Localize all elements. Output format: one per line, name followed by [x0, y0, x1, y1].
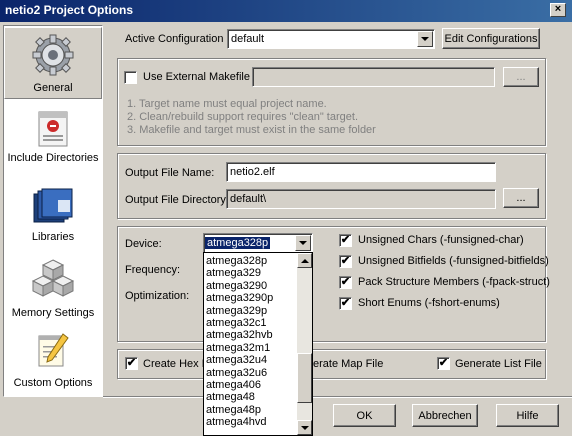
makefile-note: 3. Makefile and target must exist in the…: [127, 124, 376, 136]
sidebar-item-label: Include Directories: [7, 152, 99, 164]
generate-map-label: erate Map File: [313, 358, 384, 370]
dropdown-option[interactable]: atmega32u4: [206, 355, 267, 366]
output-file-name-label: Output File Name:: [125, 167, 215, 179]
generate-list-checkbox[interactable]: ✔: [437, 357, 450, 370]
title-bar[interactable]: netio2 Project Options ×: [0, 0, 572, 22]
sidebar-item-libraries[interactable]: Libraries: [4, 186, 102, 248]
dropdown-option[interactable]: atmega32c1: [206, 318, 267, 329]
output-file-name-value: netio2.elf: [230, 166, 275, 178]
sidebar-item-label: Custom Options: [13, 377, 93, 389]
sidebar-item-custom-options[interactable]: Custom Options: [4, 330, 102, 394]
window-title: netio2 Project Options: [5, 3, 134, 17]
active-configuration-value: default: [231, 33, 265, 45]
dropdown-option[interactable]: atmega48p: [206, 404, 261, 416]
sidebar-item-memory-settings[interactable]: Memory Settings: [4, 256, 102, 322]
short-enums-checkbox[interactable]: ✔: [339, 297, 352, 310]
dropdown-scrollbar[interactable]: [297, 253, 312, 435]
checkmark-icon: ✔: [340, 255, 351, 267]
frequency-label: Frequency:: [125, 264, 181, 276]
unsigned-bitfields-checkbox[interactable]: ✔: [339, 255, 352, 268]
use-external-makefile-label: Use External Makefile: [143, 71, 250, 83]
dropdown-option[interactable]: atmega32u6: [206, 367, 267, 379]
dropdown-option[interactable]: atmega3290p: [206, 293, 273, 304]
device-dropdown-list[interactable]: atmega328p atmega329 atmega3290 atmega3290p…: [203, 252, 313, 436]
dropdown-option[interactable]: atmega32hvb: [206, 330, 273, 341]
makefile-note: 1. Target name must equal project name.: [127, 98, 327, 110]
ok-button[interactable]: OK: [333, 404, 396, 427]
makefile-browse-button[interactable]: ...: [503, 67, 539, 87]
active-configuration-dropdown-button[interactable]: [417, 31, 433, 47]
notepad-pencil-icon: [38, 333, 69, 367]
device-dropdown-button[interactable]: [295, 235, 311, 251]
use-external-makefile-checkbox[interactable]: [124, 71, 137, 84]
dropdown-option[interactable]: atmega406: [206, 380, 261, 391]
include-directories-icon: [38, 111, 68, 147]
output-file-directory-field[interactable]: default\: [226, 189, 496, 209]
output-file-directory-value: default\: [230, 193, 267, 205]
unsigned-chars-checkbox[interactable]: ✔: [339, 234, 352, 247]
scroll-down-button[interactable]: [297, 420, 312, 435]
chevron-down-icon: [299, 241, 307, 245]
dropdown-option[interactable]: atmega3290: [206, 280, 267, 292]
help-button[interactable]: Hilfe: [496, 404, 559, 427]
generate-list-label: Generate List File: [455, 358, 542, 370]
sidebar-item-label: Libraries: [31, 231, 75, 243]
scroll-thumb[interactable]: [297, 353, 312, 403]
active-configuration-select[interactable]: default: [227, 29, 435, 49]
short-enums-label: Short Enums (-fshort-enums): [358, 297, 500, 309]
books-icon: [33, 188, 73, 223]
sidebar-item-label: General: [33, 82, 73, 94]
device-value: atmega328p: [205, 237, 271, 249]
active-configuration-label: Active Configuration: [125, 33, 224, 45]
sidebar: General Include Directories Libraries Me…: [3, 25, 103, 397]
close-icon: ×: [554, 3, 562, 15]
chevron-down-icon: [300, 425, 309, 430]
unsigned-bitfields-label: Unsigned Bitfields (-funsigned-bitfields…: [358, 255, 549, 267]
makefile-note: 2. Clean/rebuild support requires "clean…: [127, 111, 358, 123]
optimization-label: Optimization:: [125, 290, 190, 302]
pack-structure-label: Pack Structure Members (-fpack-struct): [358, 276, 550, 288]
checkmark-icon: ✔: [126, 357, 137, 369]
dropdown-option[interactable]: atmega328p: [206, 256, 267, 267]
sidebar-item-label: Memory Settings: [11, 307, 95, 319]
device-label: Device:: [125, 238, 162, 250]
makefile-path-field[interactable]: [252, 67, 495, 87]
dropdown-option[interactable]: atmega48: [206, 392, 255, 403]
memory-blocks-icon: [31, 259, 75, 297]
scroll-up-button[interactable]: [297, 253, 312, 268]
create-hex-checkbox[interactable]: ✔: [125, 357, 138, 370]
chevron-down-icon: [421, 37, 429, 41]
close-button[interactable]: ×: [550, 3, 566, 17]
create-hex-label: Create Hex F: [143, 358, 209, 370]
dropdown-option[interactable]: atmega329: [206, 268, 261, 279]
output-directory-browse-button[interactable]: ...: [503, 188, 539, 208]
cancel-button[interactable]: Abbrechen: [412, 404, 478, 427]
pack-structure-checkbox[interactable]: ✔: [339, 276, 352, 289]
output-file-name-field[interactable]: netio2.elf: [226, 162, 496, 182]
chevron-up-icon: [300, 258, 309, 263]
checkmark-icon: ✔: [340, 234, 351, 246]
checkmark-icon: ✔: [438, 357, 449, 369]
separator: [103, 396, 572, 398]
checkmark-icon: ✔: [340, 276, 351, 288]
sidebar-item-include-directories[interactable]: Include Directories: [4, 106, 102, 178]
dropdown-option[interactable]: atmega329p: [206, 305, 267, 317]
dropdown-option[interactable]: atmega4hvd: [206, 417, 267, 428]
edit-configurations-button[interactable]: Edit Configurations: [442, 28, 540, 49]
gear-icon: [32, 34, 74, 76]
sidebar-item-general[interactable]: General: [4, 27, 102, 99]
unsigned-chars-label: Unsigned Chars (-funsigned-char): [358, 234, 524, 246]
checkmark-icon: ✔: [340, 297, 351, 309]
dropdown-option[interactable]: atmega32m1: [206, 342, 270, 354]
output-file-directory-label: Output File Directory:: [125, 194, 229, 206]
